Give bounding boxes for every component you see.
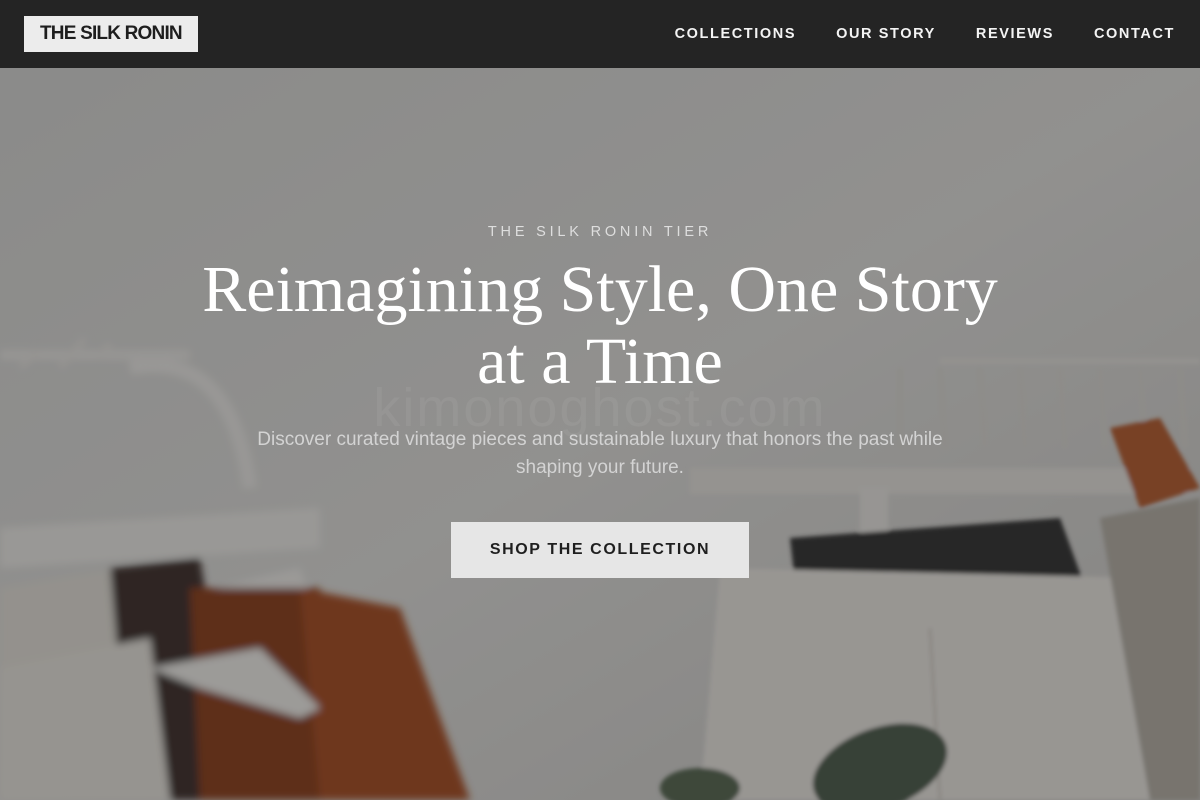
nav-link-our-story[interactable]: OUR STORY (836, 24, 936, 44)
main-nav: COLLECTIONS OUR STORY REVIEWS CONTACT (675, 24, 1175, 44)
shop-collection-button[interactable]: SHOP THE COLLECTION (451, 522, 749, 578)
brand-logo[interactable]: THE SILK RONIN (24, 16, 198, 52)
hero-eyebrow: THE SILK RONIN TIER (487, 224, 713, 240)
hero-subtext: Discover curated vintage pieces and sust… (257, 429, 943, 478)
top-navbar: THE SILK RONIN COLLECTIONS OUR STORY REV… (0, 0, 1200, 68)
hero-headline: Reimagining Style, One Story at a Time (202, 253, 998, 398)
nav-link-collections[interactable]: COLLECTIONS (675, 24, 797, 44)
hero-section: THE SILK RONIN TIER Reimagining Style, O… (0, 68, 1200, 800)
nav-link-reviews[interactable]: REVIEWS (976, 24, 1054, 44)
nav-link-contact[interactable]: CONTACT (1094, 24, 1175, 44)
